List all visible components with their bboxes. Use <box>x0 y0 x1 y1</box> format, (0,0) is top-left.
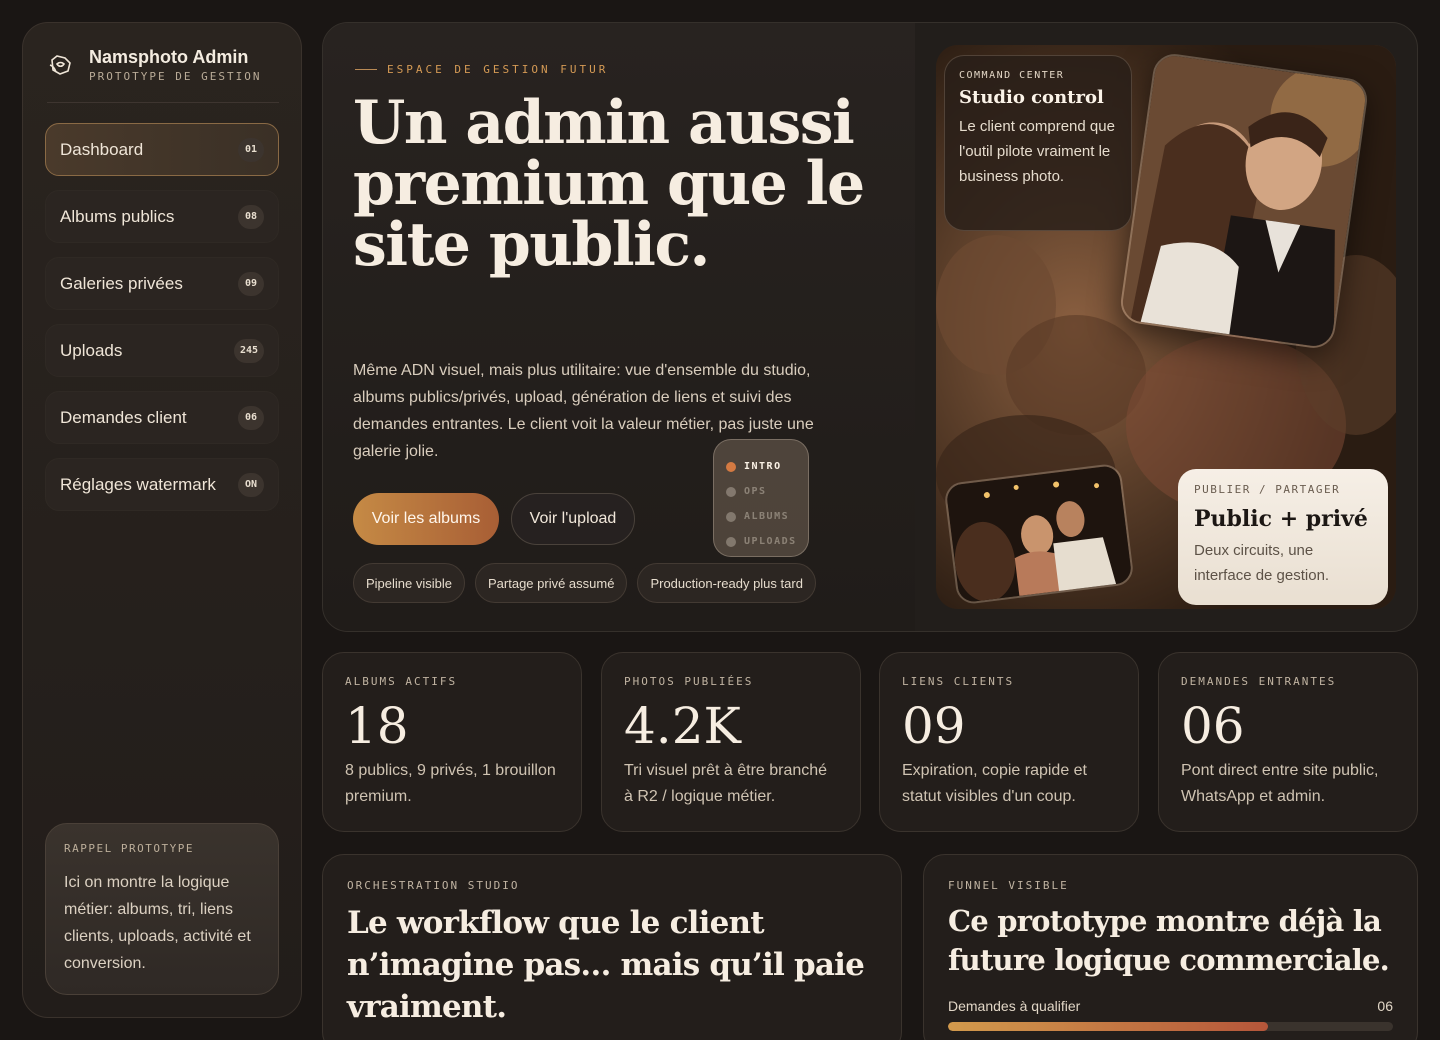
chip-private-sharing: Partage privé assumé <box>475 563 628 603</box>
sidebar-item-label: Uploads <box>60 340 123 360</box>
sidebar-item-label: Demandes client <box>60 407 187 427</box>
couple-photo <box>1118 51 1370 351</box>
step-intro[interactable]: INTRO <box>726 454 808 479</box>
step-dot-icon <box>726 536 736 547</box>
stat-label: ALBUMS ACTIFS <box>345 675 458 688</box>
stat-description: 8 publics, 9 privés, 1 brouillon premium… <box>345 762 556 805</box>
command-center-title: Studio control <box>959 87 1104 108</box>
sidebar-item-label: Dashboard <box>60 139 144 159</box>
stat-card-requests: DEMANDES ENTRANTES 06 Pont direct entre … <box>1158 652 1418 832</box>
step-uploads[interactable]: UPLOADS <box>726 529 808 554</box>
sidebar-item-label: Réglages watermark <box>60 474 216 494</box>
command-center-text: Le client comprend que l'outil pilote vr… <box>959 118 1115 185</box>
brand-name: Namsphoto Admin <box>89 47 249 67</box>
count-badge: 06 <box>238 405 264 430</box>
eyebrow-text: ESPACE DE GESTION FUTUR <box>387 63 609 76</box>
sidebar-item-albums-publics[interactable]: Albums publics 08 <box>45 190 279 243</box>
step-ops[interactable]: OPS <box>726 479 808 504</box>
orchestration-panel: ORCHESTRATION STUDIO Le workflow que le … <box>322 854 902 1040</box>
section-stepper: INTRO OPS ALBUMS UPLOADS <box>713 439 809 557</box>
stat-card-photos: PHOTOS PUBLIÉES 4.2K Tri visuel prêt à ê… <box>601 652 861 832</box>
step-label: INTRO <box>744 461 782 472</box>
stat-value: 09 <box>902 697 966 755</box>
stat-value: 06 <box>1181 697 1245 755</box>
count-badge: 245 <box>233 338 264 363</box>
step-dot-icon <box>726 511 736 522</box>
reminder-text: Ici on montre la logique métier: albums,… <box>64 874 251 972</box>
stat-card-client-links: LIENS CLIENTS 09 Expiration, copie rapid… <box>879 652 1139 832</box>
stat-value: 18 <box>345 697 409 755</box>
stat-description: Tri visuel prêt à être branché à R2 / lo… <box>624 762 828 805</box>
stat-value: 4.2K <box>624 697 741 755</box>
funnel-progress-fill <box>948 1022 1269 1031</box>
eyebrow-divider <box>355 69 377 70</box>
view-albums-button[interactable]: Voir les albums <box>353 493 499 545</box>
funnel-row-label: Demandes à qualifier <box>948 998 1081 1014</box>
sidebar-nav: Dashboard 01 Albums publics 08 Galeries … <box>45 123 279 525</box>
panel-label: ORCHESTRATION STUDIO <box>347 879 520 892</box>
stat-card-albums: ALBUMS ACTIFS 18 8 publics, 9 privés, 1 … <box>322 652 582 832</box>
status-badge: ON <box>238 472 264 497</box>
count-badge: 08 <box>238 204 264 229</box>
sidebar-item-galeries-privees[interactable]: Galeries privées 09 <box>45 257 279 310</box>
step-label: ALBUMS <box>744 511 790 522</box>
sidebar-item-dashboard[interactable]: Dashboard 01 <box>45 123 279 176</box>
stat-label: LIENS CLIENTS <box>902 675 1015 688</box>
chip-pipeline: Pipeline visible <box>353 563 465 603</box>
publish-title: Public + privé <box>1194 506 1368 532</box>
chip-production-ready: Production-ready plus tard <box>637 563 816 603</box>
panel-title: Ce prototype montre déjà la future logiq… <box>948 904 1390 977</box>
sidebar-item-demandes-client[interactable]: Demandes client 06 <box>45 391 279 444</box>
sidebar: Namsphoto Admin PROTOTYPE DE GESTION Das… <box>22 22 302 1018</box>
reminder-label: RAPPEL PROTOTYPE <box>64 842 194 855</box>
funnel-row-value: 06 <box>1377 998 1393 1014</box>
view-upload-button[interactable]: Voir l'upload <box>511 493 635 545</box>
step-albums[interactable]: ALBUMS <box>726 504 808 529</box>
sidebar-item-uploads[interactable]: Uploads 245 <box>45 324 279 377</box>
camera-icon <box>49 55 71 75</box>
command-center-label: COMMAND CENTER <box>959 70 1065 81</box>
hero-visual: COMMAND CENTER Studio control Le client … <box>936 45 1396 609</box>
sidebar-item-label: Albums publics <box>60 206 175 226</box>
brand[interactable]: Namsphoto Admin PROTOTYPE DE GESTION <box>47 47 279 103</box>
stat-description: Expiration, copie rapide et statut visib… <box>902 762 1087 805</box>
step-dot-icon <box>726 461 736 472</box>
panel-title: Le workflow que le client n’imagine pas…… <box>347 905 865 1025</box>
hero-title: Un admin aussi premium que le site publi… <box>353 88 865 280</box>
couple-image <box>1119 53 1370 351</box>
count-badge: 01 <box>238 137 264 162</box>
publish-label: PUBLIER / PARTAGER <box>1194 483 1341 496</box>
sidebar-item-label: Galeries privées <box>60 273 183 293</box>
command-center-card: COMMAND CENTER Studio control Le client … <box>944 55 1132 231</box>
count-badge: 09 <box>238 271 264 296</box>
dance-image <box>945 464 1135 606</box>
step-label: OPS <box>744 486 767 497</box>
prototype-reminder-card: RAPPEL PROTOTYPE Ici on montre la logiqu… <box>45 823 279 995</box>
sidebar-item-reglages-watermark[interactable]: Réglages watermark ON <box>45 458 279 511</box>
funnel-row: Demandes à qualifier 06 <box>948 998 1393 1014</box>
stat-label: DEMANDES ENTRANTES <box>1181 675 1337 688</box>
stat-label: PHOTOS PUBLIÉES <box>624 675 754 688</box>
panel-label: FUNNEL VISIBLE <box>948 879 1069 892</box>
stat-description: Pont direct entre site public, WhatsApp … <box>1181 762 1379 805</box>
publish-text: Deux circuits, une interface de gestion. <box>1194 542 1330 584</box>
funnel-panel: FUNNEL VISIBLE Ce prototype montre déjà … <box>923 854 1418 1040</box>
dance-photo <box>943 462 1135 606</box>
hero-panel: ESPACE DE GESTION FUTUR Un admin aussi p… <box>322 22 1418 632</box>
feature-chips: Pipeline visible Partage privé assumé Pr… <box>353 563 816 603</box>
step-dot-icon <box>726 486 736 497</box>
publish-share-card: PUBLIER / PARTAGER Public + privé Deux c… <box>1178 469 1388 605</box>
brand-subtitle: PROTOTYPE DE GESTION <box>89 70 262 83</box>
funnel-progress-track <box>948 1022 1393 1031</box>
hero-eyebrow: ESPACE DE GESTION FUTUR <box>355 63 608 76</box>
step-label: UPLOADS <box>744 536 797 547</box>
hero-content: ESPACE DE GESTION FUTUR Un admin aussi p… <box>323 23 915 631</box>
